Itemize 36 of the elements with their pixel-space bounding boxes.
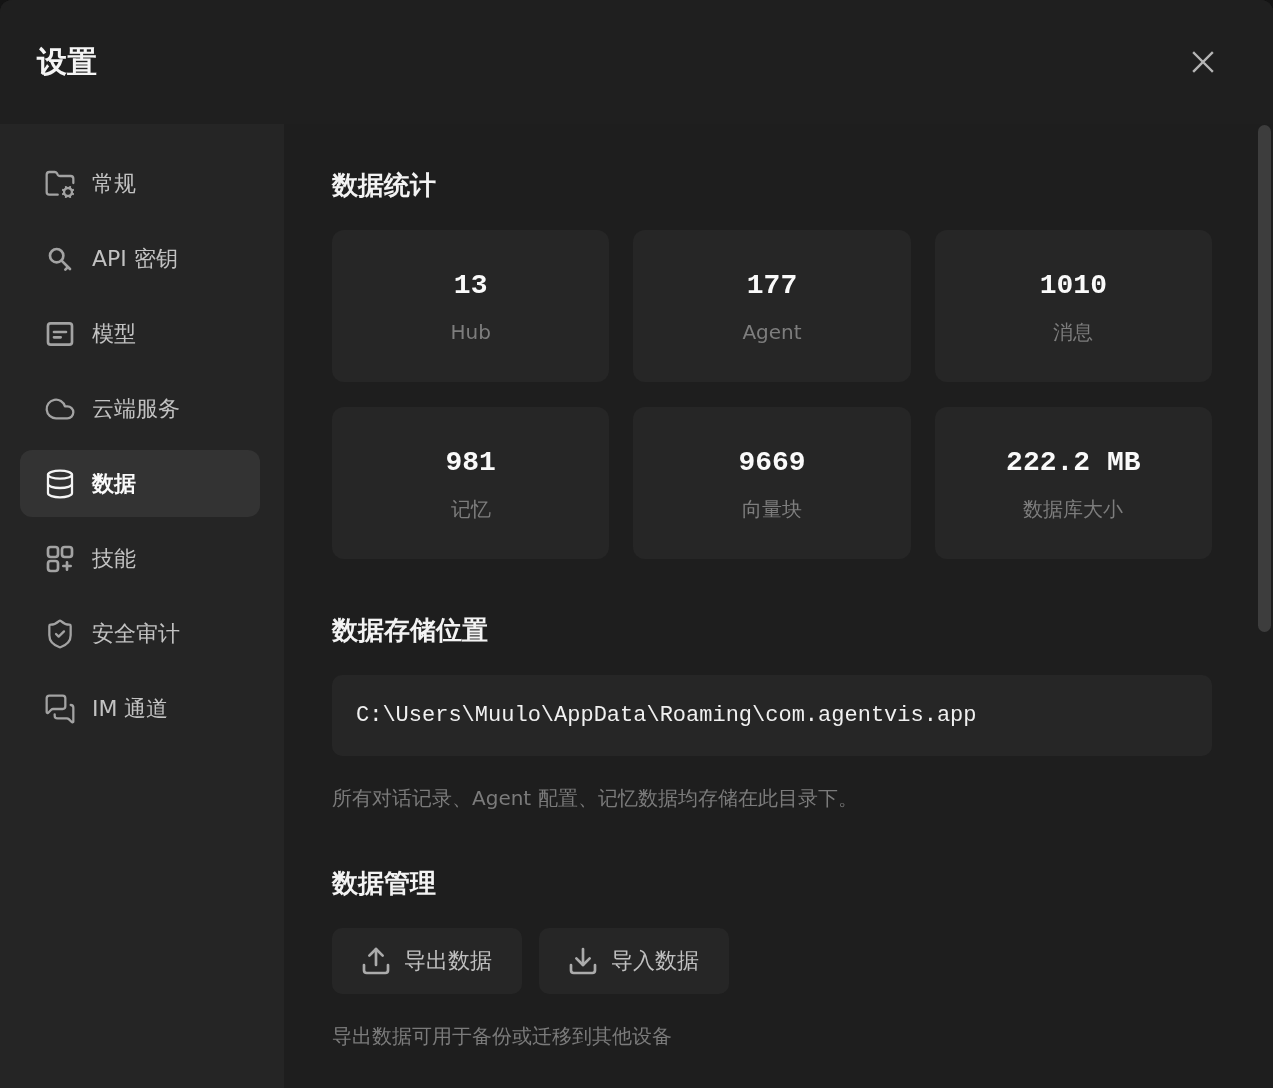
stat-value: 13 <box>453 269 488 303</box>
close-button[interactable] <box>1192 51 1214 73</box>
stat-value: 9669 <box>738 446 806 480</box>
stat-label: Hub <box>450 319 491 346</box>
sidebar-item[interactable]: 常规 <box>20 150 260 217</box>
stat-value: 1010 <box>1039 269 1107 303</box>
stat-label: 数据库大小 <box>1023 496 1124 523</box>
section-heading: 数据存储位置 <box>332 614 489 647</box>
sidebar-item[interactable]: 云端服务 <box>20 375 260 442</box>
stat-label: 向量块 <box>742 496 802 523</box>
sidebar-item[interactable]: 模型 <box>20 300 260 367</box>
window-title: 设置 <box>37 43 97 81</box>
section-heading: 数据管理 <box>332 867 437 900</box>
stat-label: 记忆 <box>450 496 491 523</box>
sidebar-item[interactable]: API 密钥 <box>20 225 260 292</box>
storage-note: 所有对话记录、Agent 配置、记忆数据均存储在此目录下。 <box>332 785 859 812</box>
sidebar-item[interactable]: 安全审计 <box>20 600 260 667</box>
stat-label: Agent <box>742 319 802 346</box>
upload-icon <box>360 945 392 977</box>
scrollbar-thumb[interactable] <box>1258 125 1271 632</box>
import-button[interactable]: 导入数据 <box>539 928 729 994</box>
download-icon <box>567 945 599 977</box>
storage-path: C:\Users\Muulo\AppData\Roaming\com.agentvis.app <box>332 675 1212 756</box>
stat-value: 222.2 MB <box>1006 446 1141 480</box>
stat-value: 981 <box>445 446 496 480</box>
close-icon <box>1192 51 1214 73</box>
sidebar-item[interactable]: 数据 <box>20 450 260 517</box>
export-button[interactable]: 导出数据 <box>332 928 522 994</box>
stat-label: 消息 <box>1053 319 1094 346</box>
section-heading: 数据统计 <box>332 169 437 202</box>
stat-value: 177 <box>746 269 798 303</box>
sidebar-item[interactable]: IM 通道 <box>20 675 260 742</box>
chat-bubbles-icon <box>44 692 76 725</box>
management-note: 导出数据可用于备份或迁移到其他设备 <box>332 1023 673 1050</box>
database-icon <box>44 467 76 500</box>
sidebar-item[interactable]: 技能 <box>20 525 260 592</box>
